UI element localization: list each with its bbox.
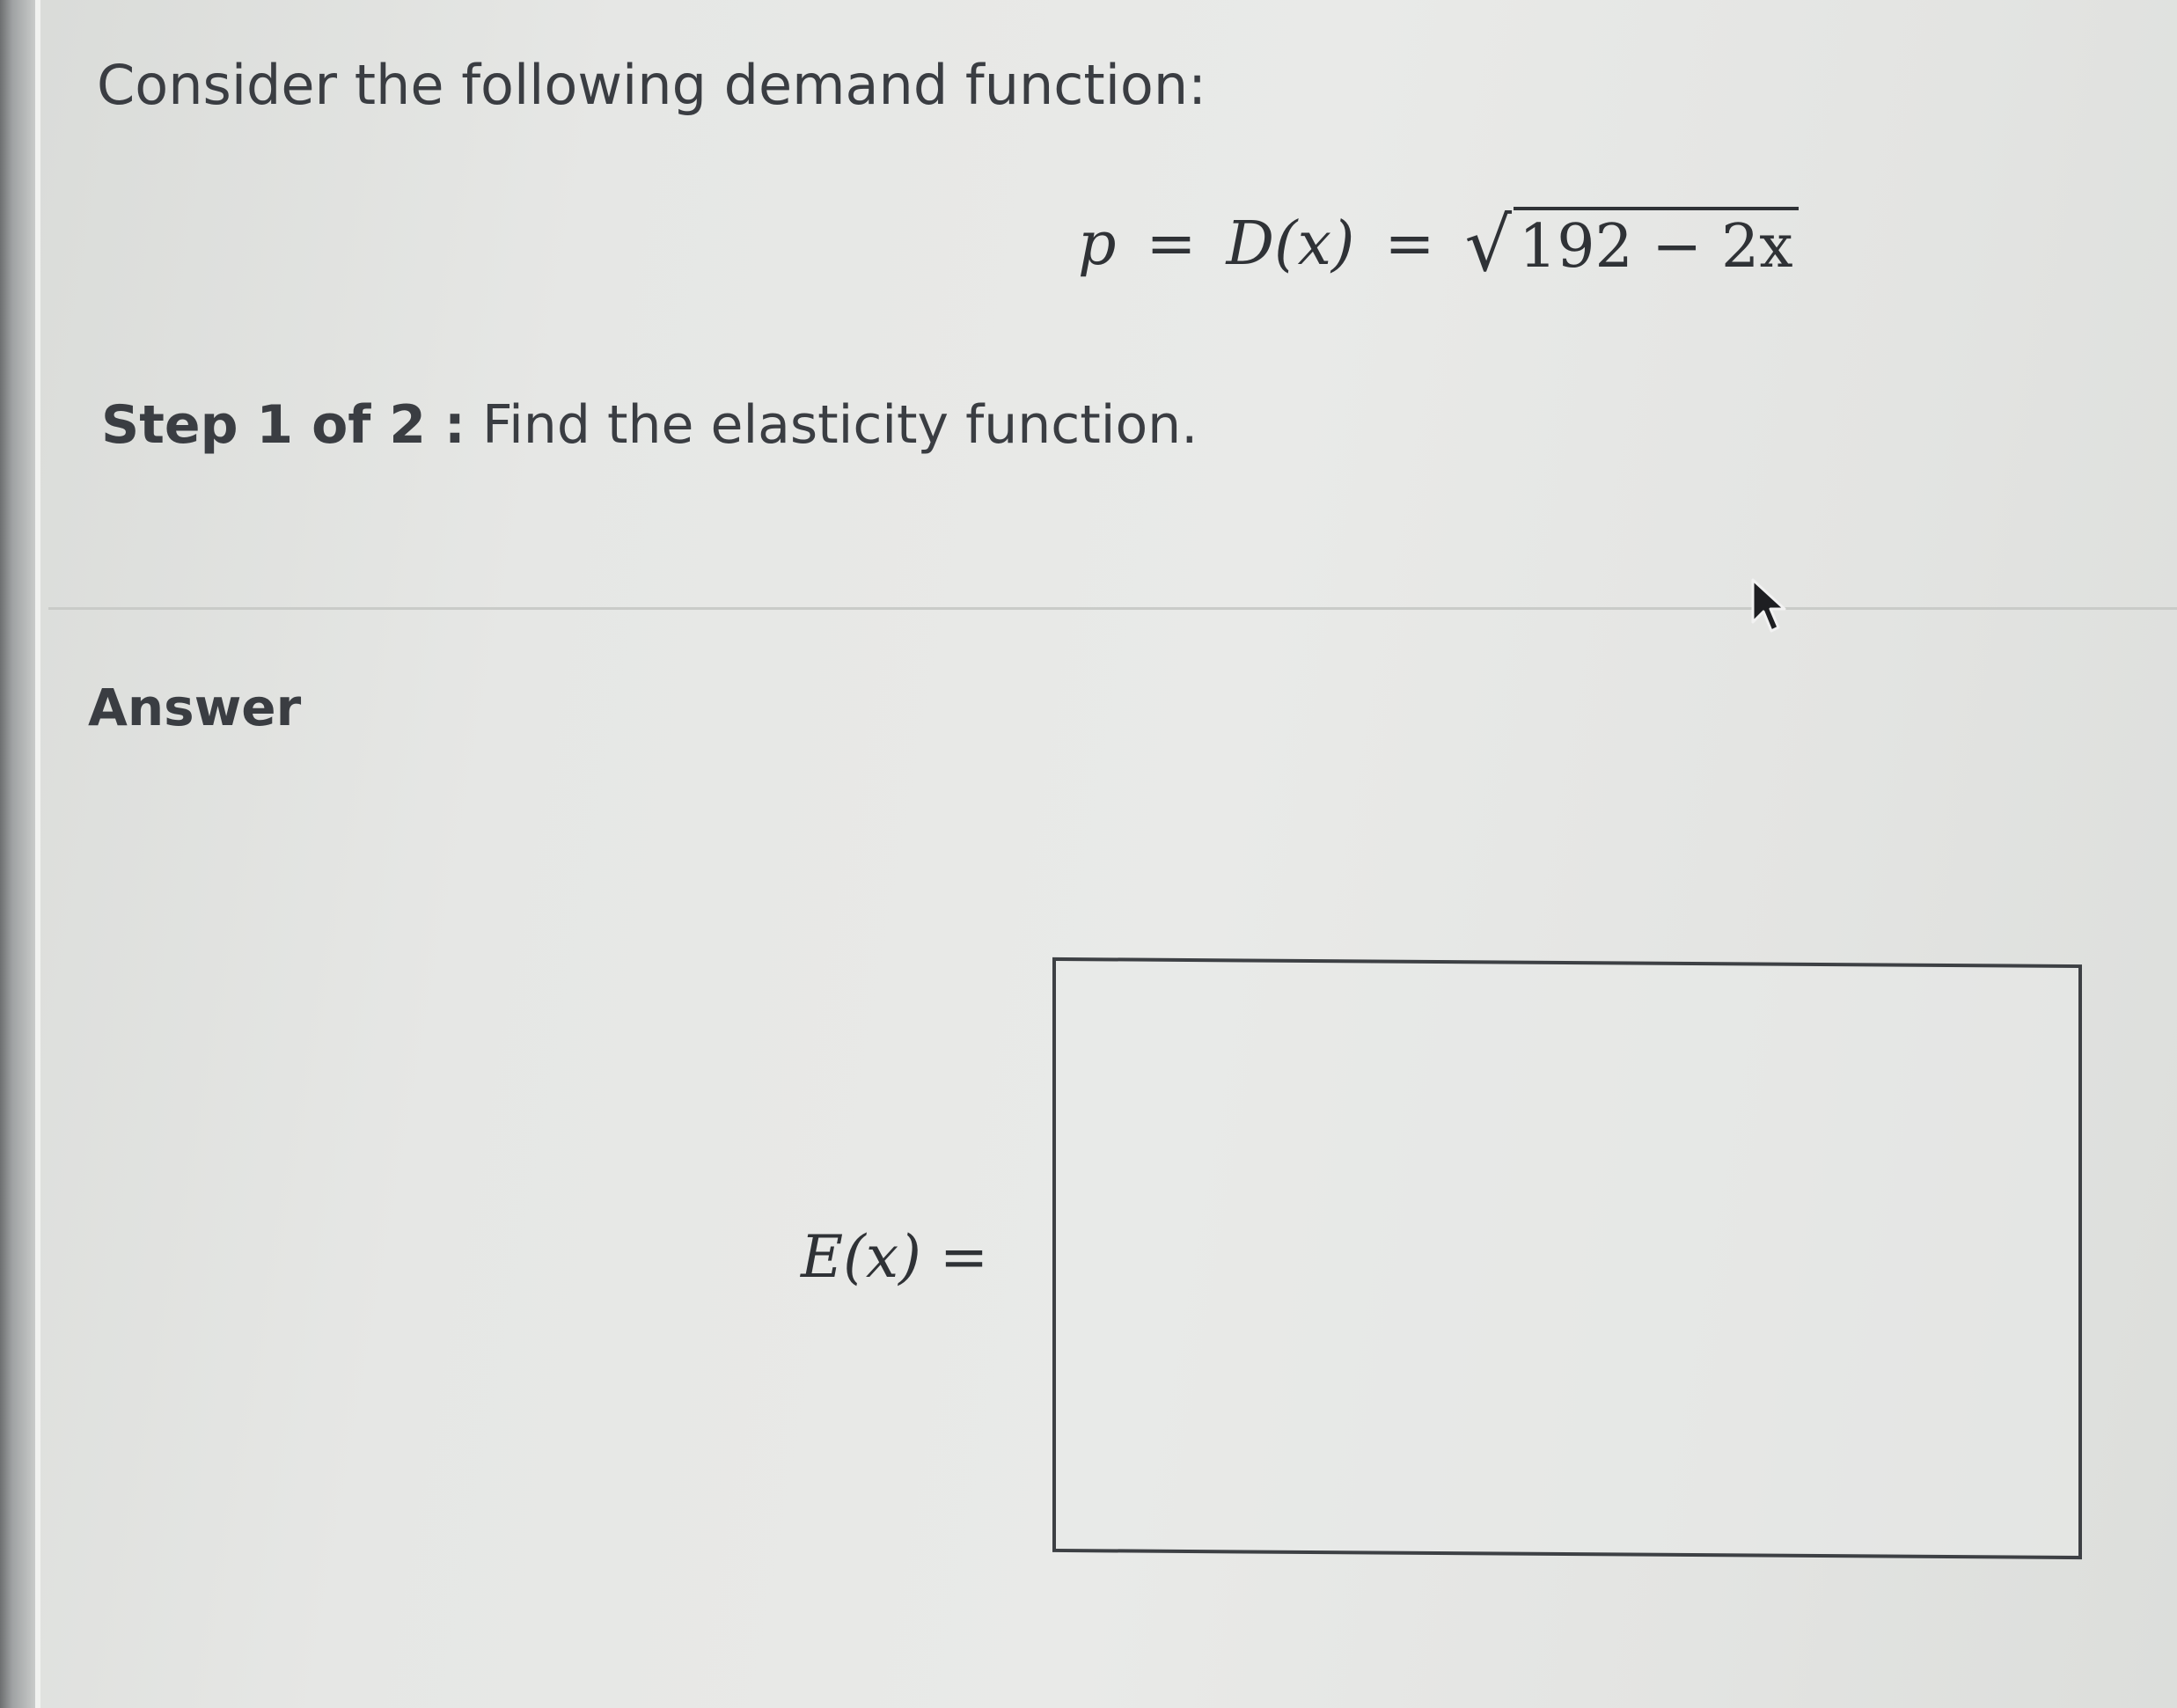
question-prompt: Consider the following demand function: xyxy=(97,53,1207,117)
equation-equals-1: = xyxy=(1146,209,1197,279)
step-instruction: Step 1 of 2 : Find the elasticity functi… xyxy=(101,394,1198,456)
demand-equation: p = D(x) = √ 192 − 2x xyxy=(1078,207,1799,282)
monitor-bezel xyxy=(0,0,35,1708)
equation-function: D(x) xyxy=(1226,209,1355,279)
equation-lhs-variable: p xyxy=(1078,209,1117,279)
screen: Consider the following demand function: … xyxy=(0,0,2177,1708)
radicand: 192 − 2x xyxy=(1513,207,1799,282)
radical-icon: √ xyxy=(1464,202,1512,288)
answer-heading: Answer xyxy=(88,678,302,737)
page-edge xyxy=(35,0,40,1708)
answer-equals: = xyxy=(939,1223,989,1291)
answer-input-box[interactable] xyxy=(1052,957,2082,1560)
section-divider xyxy=(48,607,2177,610)
mouse-pointer-icon xyxy=(1751,578,1786,633)
equation-equals-2: = xyxy=(1384,209,1435,279)
square-root: √ 192 − 2x xyxy=(1464,202,1799,288)
elasticity-function-label: E(x) xyxy=(801,1223,921,1291)
step-text: Find the elasticity function. xyxy=(481,394,1198,456)
step-label: Step 1 of 2 : xyxy=(101,394,465,456)
answer-label: E(x) = xyxy=(801,1223,988,1291)
